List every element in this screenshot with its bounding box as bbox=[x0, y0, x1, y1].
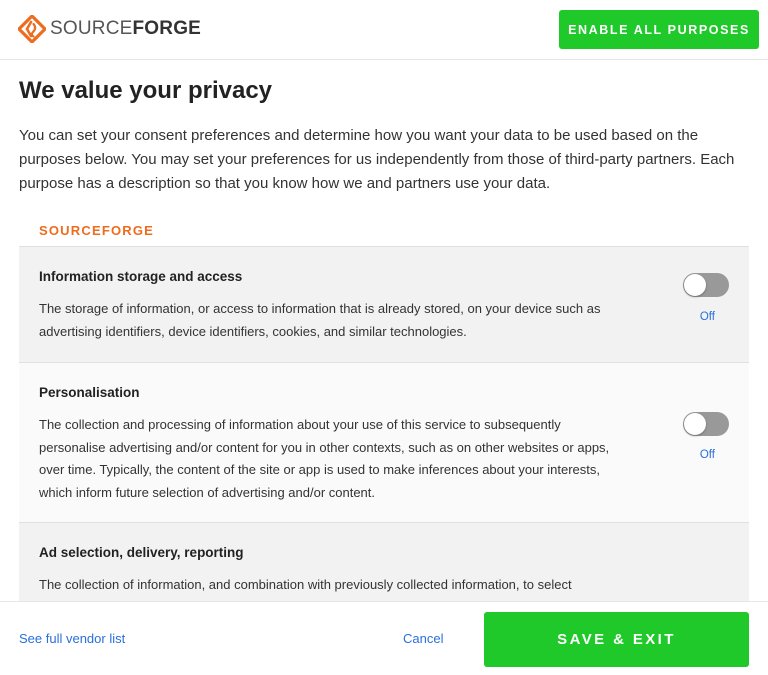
logo-text-bold: FORGE bbox=[132, 18, 202, 39]
logo-text-light: SOURCE bbox=[50, 18, 133, 39]
purpose-description: The storage of information, or access to… bbox=[39, 301, 601, 339]
enable-all-purposes-button[interactable]: ENABLE ALL PURPOSES bbox=[559, 10, 759, 49]
purpose-personalisation: Personalisation The collection and proce… bbox=[19, 362, 749, 523]
page-title: We value your privacy bbox=[19, 77, 273, 104]
top-bar: SOURCEFORGE ENABLE ALL PURPOSES bbox=[0, 0, 768, 60]
logo-wordmark: SOURCEFORGE bbox=[50, 18, 201, 40]
toggle-knob bbox=[684, 274, 706, 296]
consent-toggle[interactable] bbox=[683, 412, 729, 436]
toggle-state-label: Off bbox=[699, 311, 715, 323]
intro-text: You can set your consent preferences and… bbox=[19, 127, 735, 192]
sourceforge-diamond-logo-icon bbox=[18, 15, 46, 43]
purpose-description: The collection and processing of informa… bbox=[39, 417, 610, 500]
purpose-information-storage: Information storage and access The stora… bbox=[19, 246, 749, 362]
purpose-title: Ad selection, delivery, reporting bbox=[39, 545, 244, 560]
sourceforge-logo: SOURCEFORGE bbox=[18, 15, 201, 43]
purpose-ad-selection: Ad selection, delivery, reporting The co… bbox=[19, 522, 749, 601]
save-and-exit-button[interactable]: SAVE & EXIT bbox=[484, 612, 749, 667]
see-vendor-list-link[interactable]: See full vendor list bbox=[19, 631, 125, 646]
purpose-description: The collection of information, and combi… bbox=[39, 577, 572, 592]
consent-panel[interactable]: We value your privacy You can set your c… bbox=[0, 61, 768, 601]
consent-toggle[interactable] bbox=[683, 273, 729, 297]
footer-bar: See full vendor list Cancel SAVE & EXIT bbox=[0, 601, 768, 675]
toggle-knob bbox=[684, 413, 706, 435]
section-label-sourceforge: SOURCEFORGE bbox=[39, 223, 155, 238]
purpose-title: Personalisation bbox=[39, 385, 140, 400]
purpose-title: Information storage and access bbox=[39, 269, 243, 284]
cancel-link[interactable]: Cancel bbox=[403, 631, 443, 646]
toggle-state-label: Off bbox=[699, 449, 715, 461]
